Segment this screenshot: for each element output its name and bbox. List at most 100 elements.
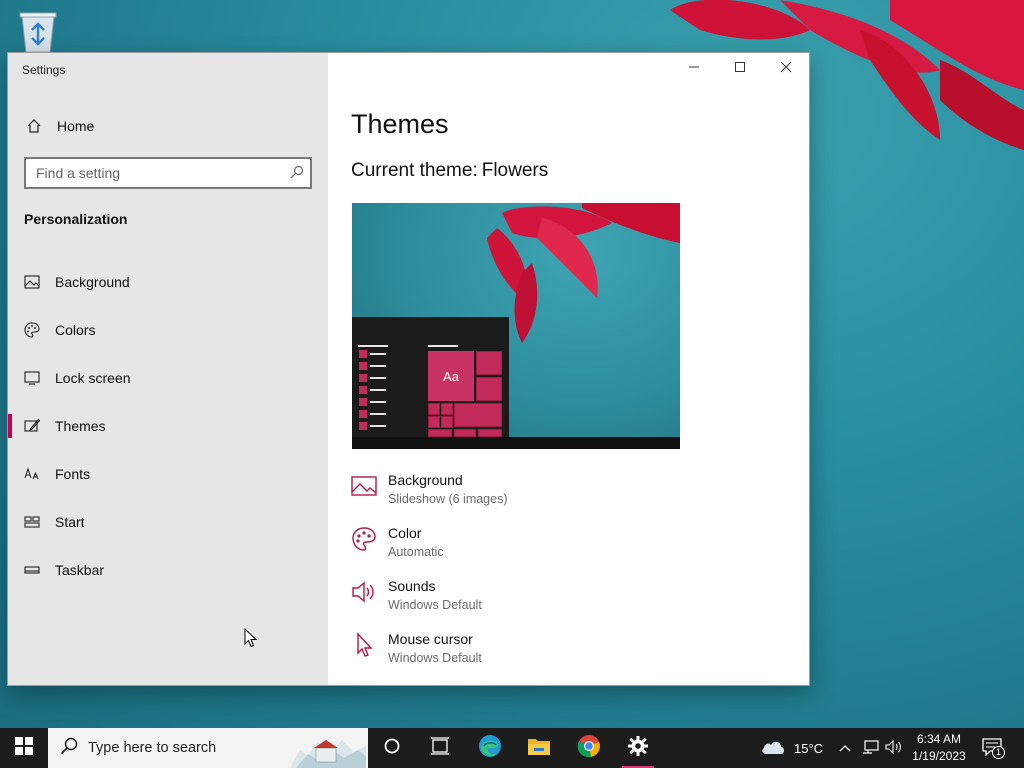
sidebar-item-label: Fonts [55,466,91,482]
chrome-icon [577,734,601,763]
fonts-icon [24,466,40,482]
file-explorer-icon [527,736,551,761]
prop-name: Background [388,472,463,488]
sidebar-item-label: Background [55,274,130,290]
monitor-icon [24,370,40,386]
volume-icon [885,739,903,758]
palette-icon [24,322,40,338]
search-icon[interactable] [290,165,304,184]
volume-button[interactable] [885,728,903,768]
home-icon [26,118,42,134]
preview-taskbar [352,437,680,449]
edge-button[interactable] [466,728,514,768]
chrome-button[interactable] [565,728,613,768]
sidebar-item-label: Lock screen [55,370,131,386]
start-button[interactable] [0,728,48,768]
settings-window: Settings Home Personalization Background [8,53,809,685]
show-hidden-icons-button[interactable] [838,728,852,768]
brush-icon [24,418,41,434]
maximize-button[interactable] [717,53,763,85]
prop-value: Windows Default [388,598,482,612]
prop-name: Color [388,525,422,541]
windows-logo-icon [15,736,33,760]
network-icon [862,739,880,758]
theme-prop-mouse-cursor[interactable]: Mouse cursor Windows Default [351,630,791,683]
task-view-icon [430,736,450,760]
find-setting-input[interactable] [26,160,276,186]
minimize-icon [688,60,700,78]
mouse-pointer [244,627,258,653]
sidebar-item-start[interactable]: Start [8,498,328,546]
close-icon [780,60,792,78]
taskbar-search-box[interactable]: Type here to search [48,728,368,768]
start-layout-icon [24,514,40,530]
preview-start-menu: Aa [352,317,509,437]
picture-icon [24,274,40,290]
task-view-button[interactable] [416,728,464,768]
clock-date: 1/19/2023 [912,749,966,763]
nav-list: Background Colors Lock screen Themes Fon… [8,258,328,594]
nav-home[interactable]: Home [8,111,328,141]
minimize-button[interactable] [671,53,717,85]
sidebar-item-background[interactable]: Background [8,258,328,306]
section-title: Personalization [24,211,128,227]
taskbar: Type here to search 15°C 6:34 AM 1/19/20… [0,728,1024,768]
action-center-button[interactable]: 1 [982,728,1005,768]
sidebar: Settings Home Personalization Background [8,53,328,685]
clock-time: 6:34 AM [916,732,962,746]
current-theme-heading: Current theme: Flowers [351,160,548,182]
notification-icon: 1 [982,738,1005,759]
network-button[interactable] [862,728,880,768]
sidebar-item-label: Start [55,514,85,530]
current-theme-label: Current theme: [351,160,478,181]
prop-value: Slideshow (6 images) [388,492,508,506]
settings-icon [627,735,649,762]
settings-taskbar-button[interactable] [614,728,662,768]
caption-buttons [671,53,809,85]
prop-name: Sounds [388,578,436,594]
page-title: Themes [351,109,449,139]
nav-home-label: Home [57,118,95,134]
window-title: Settings [22,63,66,77]
weather-widget[interactable]: 15°C [760,728,823,768]
cortana-icon [383,737,401,760]
file-explorer-button[interactable] [515,728,563,768]
sidebar-item-taskbar[interactable]: Taskbar [8,546,328,594]
theme-properties: Background Slideshow (6 images) Color Au… [351,471,791,683]
theme-prop-color[interactable]: Color Automatic [351,524,791,577]
preview-tile-aa: Aa [428,351,474,401]
speaker-icon [351,579,377,605]
edge-icon [478,734,502,763]
sidebar-item-label: Colors [55,322,96,338]
close-button[interactable] [763,53,809,85]
sidebar-item-label: Taskbar [55,562,105,578]
cloud-icon [760,738,786,759]
sidebar-item-label: Themes [55,418,106,434]
taskbar-search-placeholder: Type here to search [88,740,217,756]
main-content: Themes Current theme: Flowers Aa Backgro… [328,53,809,685]
picture-icon [351,473,377,499]
find-setting-search [24,157,312,189]
sidebar-item-themes[interactable]: Themes [8,402,328,450]
prop-value: Windows Default [388,651,482,665]
current-theme-name: Flowers [481,160,549,181]
weather-temp: 15°C [794,740,824,756]
search-highlight-illustration-icon [290,740,366,768]
taskbar-icon [24,562,40,578]
cortana-button[interactable] [368,728,416,768]
sidebar-item-lock-screen[interactable]: Lock screen [8,354,328,402]
theme-prop-background[interactable]: Background Slideshow (6 images) [351,471,791,524]
maximize-icon [734,60,746,78]
recycle-bin-icon[interactable] [16,8,60,54]
sidebar-item-fonts[interactable]: Fonts [8,450,328,498]
chevron-up-icon [838,741,852,756]
theme-prop-sounds[interactable]: Sounds Windows Default [351,577,791,630]
theme-preview: Aa [352,203,680,449]
search-icon [60,737,78,760]
sidebar-item-colors[interactable]: Colors [8,306,328,354]
notification-count: 1 [992,746,1005,759]
palette-icon [351,526,377,552]
clock[interactable]: 6:34 AM 1/19/2023 [908,731,970,765]
cursor-icon [351,632,377,658]
prop-value: Automatic [388,545,444,559]
